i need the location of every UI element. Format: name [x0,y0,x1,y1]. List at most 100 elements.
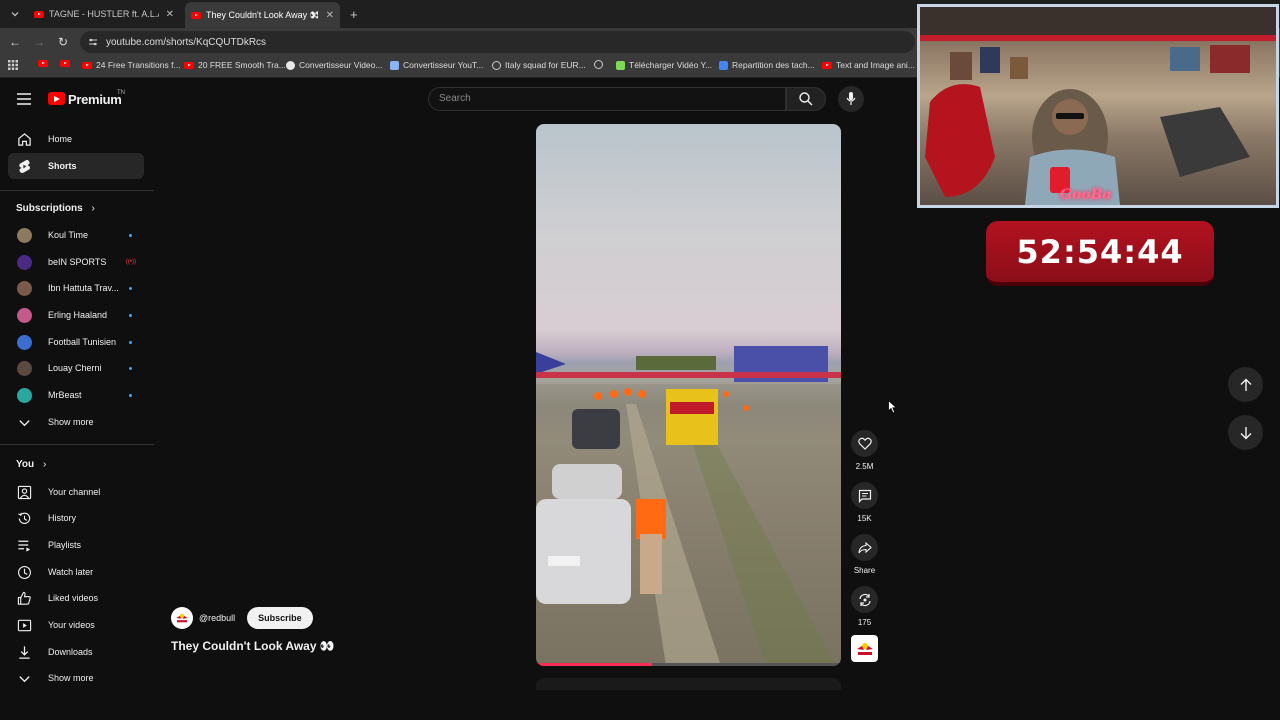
history-icon [18,512,31,524]
chevron-down-icon [19,675,30,682]
close-tab-icon[interactable]: ✕ [326,10,334,21]
bookmark-item[interactable]: Télécharger Vidéo Y... [616,60,712,70]
channel-handle[interactable]: @redbull [199,613,235,623]
subscribe-button[interactable]: Subscribe [247,607,313,629]
bookmark-item[interactable]: 24 Free Transitions f... [82,60,181,70]
subscription-label: beIN SPORTS [48,257,107,267]
short-title[interactable]: They Couldn't Look Away 👀 [171,639,335,653]
channel-avatar[interactable] [171,607,193,629]
bookmark-youtube[interactable] [60,60,70,67]
new-tab-button[interactable]: + [344,4,364,24]
menu-icon[interactable] [17,93,31,105]
sound-channel-avatar[interactable] [851,635,878,662]
video-frame [536,346,841,666]
remix-count: 175 [857,618,872,627]
sidebar-subscription[interactable]: Erling Haaland [8,302,144,328]
remix-button[interactable] [851,586,878,613]
sidebar-item-watch-later[interactable]: Watch later [8,559,144,585]
youtube-favicon-icon [60,60,70,67]
shorts-video-player[interactable] [536,124,841,666]
sidebar-subscription[interactable]: Louay Cherni [8,355,144,381]
youtube-favicon-icon [34,10,44,18]
short-owner: @redbull Subscribe [171,606,313,630]
share-label: Share [853,566,876,575]
sidebar-item-downloads[interactable]: Downloads [8,639,144,665]
site-info-icon[interactable] [88,37,98,47]
you-heading[interactable]: You › [16,459,46,470]
sidebar-item-your-channel[interactable]: Your channel [8,479,144,505]
logo-text[interactable]: Premium [68,92,122,107]
voice-search-button[interactable] [838,86,864,112]
chevron-right-icon: › [42,459,47,470]
playlists-icon [18,540,31,552]
search-input[interactable]: Search [428,87,786,111]
youtube-logo-icon[interactable] [48,92,65,105]
tab-list-button[interactable] [4,4,26,24]
mic-icon [846,92,856,105]
bookmark-label: Repartition des tach... [732,60,815,70]
sidebar-item-label: Your videos [48,620,95,630]
arrow-down-icon [1240,426,1251,439]
video-progress-bar[interactable] [536,663,841,666]
next-short-button[interactable] [1228,415,1263,450]
home-icon [18,132,31,146]
chevron-down-icon [11,12,19,17]
sidebar-subscription[interactable]: Football Tunisien [8,329,144,355]
apps-icon[interactable] [8,60,18,70]
bookmark-label: 20 FREE Smooth Tra... [198,60,286,70]
new-content-dot [129,366,132,370]
back-icon[interactable]: ← [6,33,24,51]
search-placeholder: Search [439,93,471,104]
you-show-more[interactable]: Show more [8,665,144,691]
bookmark-item[interactable]: Convertisseur YouT... [390,60,483,70]
search-button[interactable] [786,87,826,111]
red-bull-logo-icon [176,613,188,623]
subscription-label: MrBeast [48,390,82,400]
previous-short-button[interactable] [1228,367,1263,402]
subscriptions-show-more[interactable]: Show more [8,409,144,435]
next-short-preview[interactable] [536,678,841,690]
sidebar-item-liked-videos[interactable]: Liked videos [8,585,144,611]
sidebar-item-label: Your channel [48,487,101,497]
sidebar-subscription[interactable]: MrBeast [8,382,144,408]
like-button[interactable] [851,430,878,457]
sidebar-item-home[interactable]: Home [8,126,144,152]
bookmark-item[interactable]: Convertisseur Video... [286,60,382,70]
bookmark-label: Télécharger Vidéo Y... [629,60,713,70]
subscriptions-heading-label: Subscriptions [16,203,83,214]
browser-tab[interactable]: TAGNE - HUSTLER ft. A.L.A (OFF ✕ [28,4,180,24]
youtube-favicon-icon [822,61,832,69]
sidebar-subscription[interactable]: Ibn Hattuta Trav... [8,275,144,301]
bookmark-item[interactable]: Italy squad for EUR... [492,60,586,70]
sidebar-item-shorts[interactable]: Shorts [8,153,144,179]
subscriptions-heading[interactable]: Subscriptions › [16,203,95,214]
avatar [17,227,32,243]
like-count: 2.5M [855,462,874,471]
bookmark-item[interactable]: Repartition des tach... [719,60,815,70]
subscription-label: Louay Cherni [48,363,102,373]
bookmark-globe[interactable] [594,60,603,69]
sidebar-item-your-videos[interactable]: Your videos [8,612,144,638]
close-tab-icon[interactable]: ✕ [166,9,174,20]
sidebar-item-label: History [48,513,77,523]
share-button[interactable] [851,534,878,561]
bookmark-youtube[interactable] [38,60,48,67]
youtube-favicon-icon [38,60,48,67]
tab-title: TAGNE - HUSTLER ft. A.L.A (OFF [49,9,159,19]
youtube-favicon-icon [82,61,92,69]
sidebar-item-playlists[interactable]: Playlists [8,532,144,558]
show-more-label: Show more [48,673,94,683]
comments-button[interactable] [851,482,878,509]
sidebar-item-history[interactable]: History [8,505,144,531]
arrow-up-icon [1240,378,1251,391]
sidebar-subscription[interactable]: beIN SPORTS ((•)) [8,249,144,275]
avatar [17,254,32,270]
address-bar[interactable]: youtube.com/shorts/KqCQUTDkRcs [80,31,915,53]
forward-icon[interactable]: → [30,33,48,51]
sidebar-subscription[interactable]: Koul Time [8,222,144,248]
bookmark-item[interactable]: 20 FREE Smooth Tra... [184,60,286,70]
bookmark-item[interactable]: Text and Image ani... [822,60,915,70]
browser-tab-active[interactable]: They Couldn't Look Away 👀 - ✕ [185,2,340,28]
video-progress-fill [536,663,652,666]
reload-icon[interactable]: ↻ [54,33,72,51]
